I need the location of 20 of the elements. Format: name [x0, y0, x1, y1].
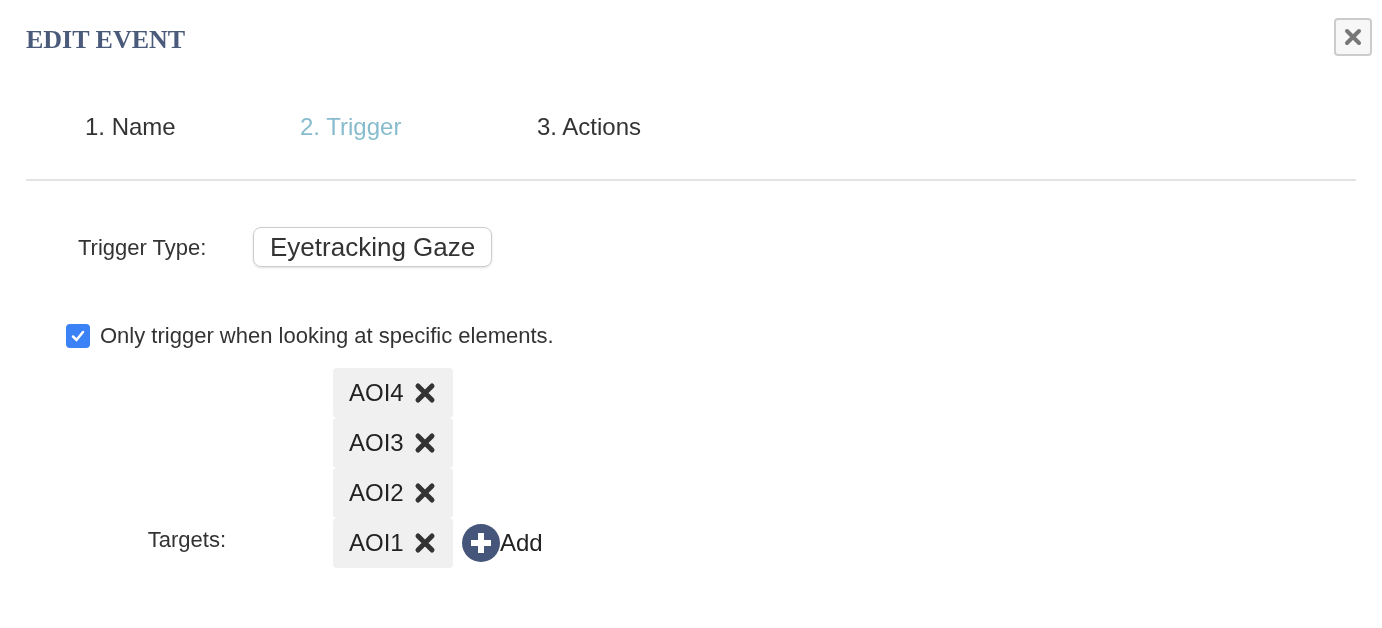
checkbox[interactable] — [66, 323, 90, 348]
tag-label: AOI3 — [349, 428, 404, 458]
tag-label: AOI4 — [349, 378, 404, 408]
trigger-type-select[interactable]: Eyetracking Gaze — [253, 227, 493, 267]
close-icon — [1344, 28, 1362, 46]
field-label: Targets: — [146, 526, 226, 554]
remove-icon[interactable] — [413, 482, 436, 504]
plus-icon — [462, 524, 500, 562]
tag-label: AOI2 — [349, 478, 404, 508]
dialog-title: EDIT EVENT — [26, 24, 186, 56]
field-label: Trigger Type: — [78, 233, 208, 262]
remove-icon[interactable] — [413, 382, 436, 404]
add-button[interactable]: Add — [462, 524, 543, 562]
checkbox-label: Only trigger when looking at specific elements. — [100, 322, 554, 350]
step-tab[interactable]: 1. Name — [85, 109, 300, 145]
remove-icon[interactable] — [413, 532, 436, 554]
remove-icon[interactable] — [413, 432, 436, 454]
step-tab[interactable]: 3. Actions — [537, 109, 752, 145]
close-button[interactable] — [1334, 18, 1372, 56]
tag-label: AOI1 — [349, 528, 404, 558]
